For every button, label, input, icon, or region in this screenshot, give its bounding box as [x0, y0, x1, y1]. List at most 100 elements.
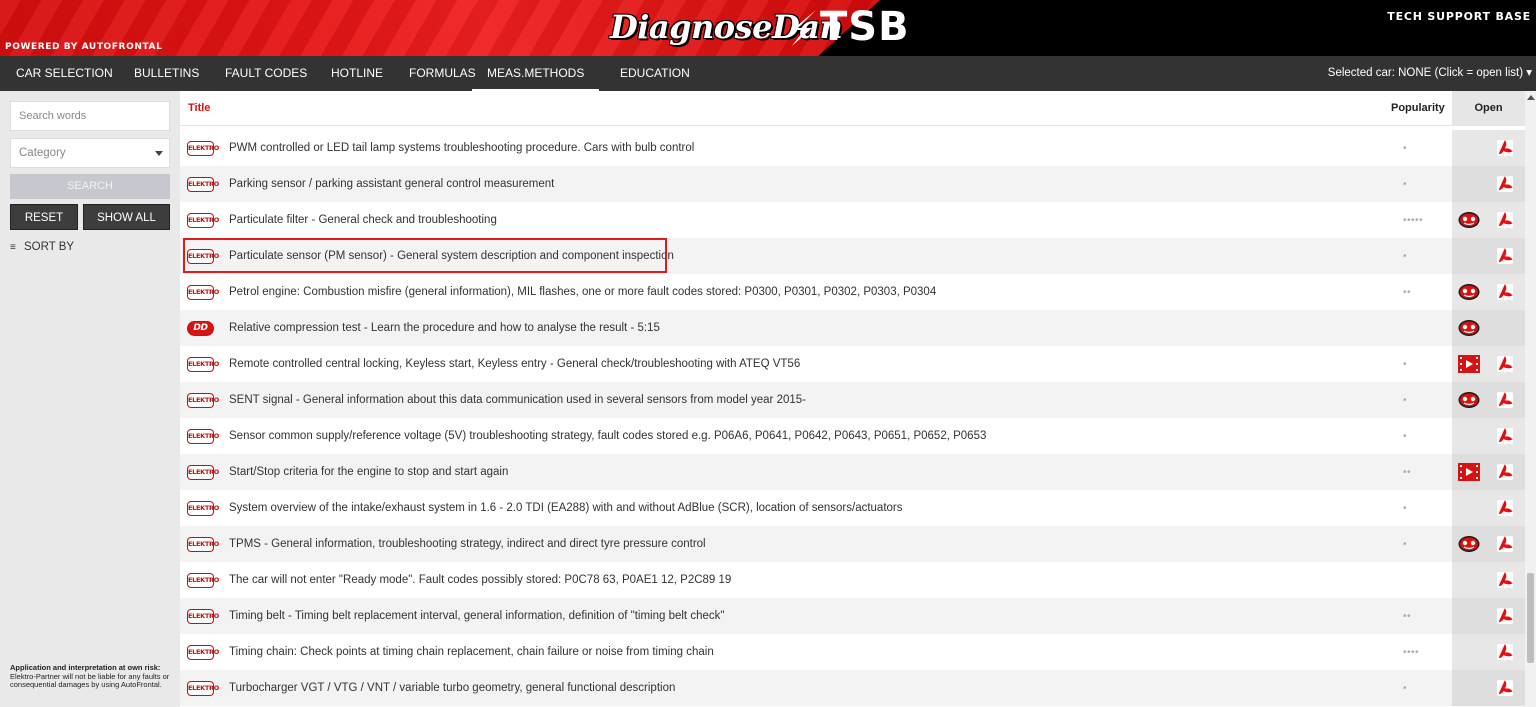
elektro-badge-icon: ELEKTRO: [187, 537, 219, 552]
diagnosedan-badge-icon: DD: [187, 321, 214, 336]
pdf-icon[interactable]: [1496, 247, 1514, 265]
table-row[interactable]: ELEKTRO Particulate filter - General chec…: [180, 202, 1525, 238]
table-row[interactable]: ELEKTRO Petrol engine: Combustion misfire…: [180, 274, 1525, 310]
sort-by-label: SORT BY: [24, 241, 75, 253]
row-title-link[interactable]: SENT signal - General information about …: [229, 382, 806, 418]
row-title-link[interactable]: Particulate sensor (PM sensor) - General…: [229, 238, 674, 274]
nav-education[interactable]: EDUCATION: [620, 56, 690, 91]
row-title-link[interactable]: Parking sensor / parking assistant gener…: [229, 166, 554, 202]
row-title-link[interactable]: Start/Stop criteria for the engine to st…: [229, 454, 508, 490]
table-row[interactable]: ELEKTRO Remote controlled central locking…: [180, 346, 1525, 382]
sort-by-toggle[interactable]: ≡ SORT BY: [10, 241, 74, 253]
scroll-up-arrow-icon[interactable]: [1527, 95, 1535, 100]
row-title-link[interactable]: Relative compression test - Learn the pr…: [229, 310, 660, 346]
pdf-icon[interactable]: [1496, 679, 1514, 697]
table-row[interactable]: ELEKTRO Timing chain: Check points at tim…: [180, 634, 1525, 670]
diagnosedan-video-icon[interactable]: [1458, 211, 1480, 229]
table-row[interactable]: ELEKTRO SENT signal - General information…: [180, 382, 1525, 418]
open-cell: [1452, 418, 1525, 454]
diagnosedan-video-icon[interactable]: [1458, 535, 1480, 553]
elektro-badge-icon: ELEKTRO: [187, 609, 219, 624]
diagnosedan-video-icon[interactable]: [1458, 319, 1480, 337]
selected-car-dropdown[interactable]: Selected car: NONE (Click = open list) ▾: [1328, 56, 1532, 91]
pdf-icon[interactable]: [1496, 211, 1514, 229]
search-input[interactable]: [10, 101, 170, 131]
table-row[interactable]: ELEKTRO Particulate sensor (PM sensor) - …: [180, 238, 1525, 274]
pdf-icon[interactable]: [1496, 607, 1514, 625]
popularity-dots: ••: [1403, 611, 1412, 622]
chevron-down-icon: [155, 151, 163, 156]
popularity-dots: •: [1403, 431, 1408, 442]
tech-support-base-caption: TECH SUPPORT BASE: [1387, 10, 1531, 23]
elektro-badge-icon: ELEKTRO: [187, 465, 219, 480]
row-title-link[interactable]: Turbocharger VGT / VTG / VNT / variable …: [229, 670, 675, 706]
category-select[interactable]: Category: [10, 138, 170, 168]
tsb-logo[interactable]: TSB: [820, 4, 910, 50]
elektro-badge-icon: ELEKTRO: [187, 573, 219, 588]
nav-hotline[interactable]: HOTLINE: [331, 56, 383, 91]
video-icon[interactable]: [1458, 355, 1480, 373]
table-row[interactable]: ELEKTRO Turbocharger VGT / VTG / VNT / va…: [180, 670, 1525, 706]
row-title-link[interactable]: Particulate filter - General check and t…: [229, 202, 497, 238]
elektro-badge-icon: ELEKTRO: [187, 681, 219, 696]
row-title-link[interactable]: Remote controlled central locking, Keyle…: [229, 346, 800, 382]
pdf-icon[interactable]: [1496, 535, 1514, 553]
table-row[interactable]: ELEKTRO Timing belt - Timing belt replace…: [180, 598, 1525, 634]
table-row[interactable]: ELEKTRO PWM controlled or LED tail lamp s…: [180, 130, 1525, 166]
diagnosedan-video-icon[interactable]: [1458, 391, 1480, 409]
column-title-header[interactable]: Title: [188, 91, 210, 126]
row-title-link[interactable]: Timing belt - Timing belt replacement in…: [229, 598, 724, 634]
table-row[interactable]: ELEKTRO Parking sensor / parking assistan…: [180, 166, 1525, 202]
open-cell: [1452, 490, 1525, 526]
table-row[interactable]: ELEKTRO The car will not enter "Ready mod…: [180, 562, 1525, 598]
sort-icon: ≡: [10, 242, 16, 253]
pdf-icon[interactable]: [1496, 391, 1514, 409]
video-icon[interactable]: [1458, 463, 1480, 481]
pdf-icon[interactable]: [1496, 643, 1514, 661]
table-row[interactable]: ELEKTRO Sensor common supply/reference vo…: [180, 418, 1525, 454]
nav-bulletins[interactable]: BULLETINS: [134, 56, 199, 91]
elektro-badge-icon: ELEKTRO: [187, 393, 219, 408]
row-title-link[interactable]: System overview of the intake/exhaust sy…: [229, 490, 903, 526]
show-all-button[interactable]: SHOW ALL: [83, 204, 170, 230]
scrollbar-thumb[interactable]: [1527, 573, 1534, 663]
pdf-icon[interactable]: [1496, 499, 1514, 517]
nav-fault-codes[interactable]: FAULT CODES: [225, 56, 307, 91]
pdf-icon[interactable]: [1496, 571, 1514, 589]
table-row[interactable]: ELEKTRO TPMS - General information, troub…: [180, 526, 1525, 562]
pdf-icon[interactable]: [1496, 463, 1514, 481]
elektro-badge-icon: ELEKTRO: [187, 177, 219, 192]
open-cell: [1452, 130, 1525, 166]
search-button[interactable]: SEARCH: [10, 174, 170, 199]
row-title-link[interactable]: The car will not enter "Ready mode". Fau…: [229, 562, 731, 598]
column-popularity-header[interactable]: Popularity: [1391, 91, 1445, 126]
pdf-icon[interactable]: [1496, 139, 1514, 157]
row-title-link[interactable]: Petrol engine: Combustion misfire (gener…: [229, 274, 936, 310]
pdf-icon[interactable]: [1496, 427, 1514, 445]
row-title-link[interactable]: TPMS - General information, troubleshoot…: [229, 526, 706, 562]
pdf-icon[interactable]: [1496, 355, 1514, 373]
popularity-dots: •: [1403, 503, 1408, 514]
reset-button[interactable]: RESET: [10, 204, 78, 230]
pdf-icon[interactable]: [1496, 175, 1514, 193]
column-open-header: Open: [1452, 91, 1525, 126]
row-title-link[interactable]: Sensor common supply/reference voltage (…: [229, 418, 986, 454]
popularity-dots: •: [1403, 539, 1408, 550]
diagnosedan-video-icon[interactable]: [1458, 283, 1480, 301]
row-title-link[interactable]: Timing chain: Check points at timing cha…: [229, 634, 714, 670]
table-row[interactable]: DD Relative compression test - Learn the …: [180, 310, 1525, 346]
elektro-badge-icon: ELEKTRO: [187, 213, 219, 228]
table-row[interactable]: ELEKTRO System overview of the intake/exh…: [180, 490, 1525, 526]
open-cell: [1452, 598, 1525, 634]
popularity-dots: •: [1403, 143, 1408, 154]
nav-car-selection[interactable]: CAR SELECTION: [16, 56, 113, 91]
popularity-dots: •: [1403, 683, 1408, 694]
nav-formulas[interactable]: FORMULAS: [409, 56, 476, 91]
elektro-badge-icon: ELEKTRO: [187, 645, 219, 660]
row-title-link[interactable]: PWM controlled or LED tail lamp systems …: [229, 130, 694, 166]
open-cell: [1452, 634, 1525, 670]
table-row[interactable]: ELEKTRO Start/Stop criteria for the engin…: [180, 454, 1525, 490]
vertical-scrollbar[interactable]: [1525, 91, 1536, 707]
nav-meas-methods[interactable]: MEAS.METHODS: [472, 56, 600, 91]
pdf-icon[interactable]: [1496, 283, 1514, 301]
